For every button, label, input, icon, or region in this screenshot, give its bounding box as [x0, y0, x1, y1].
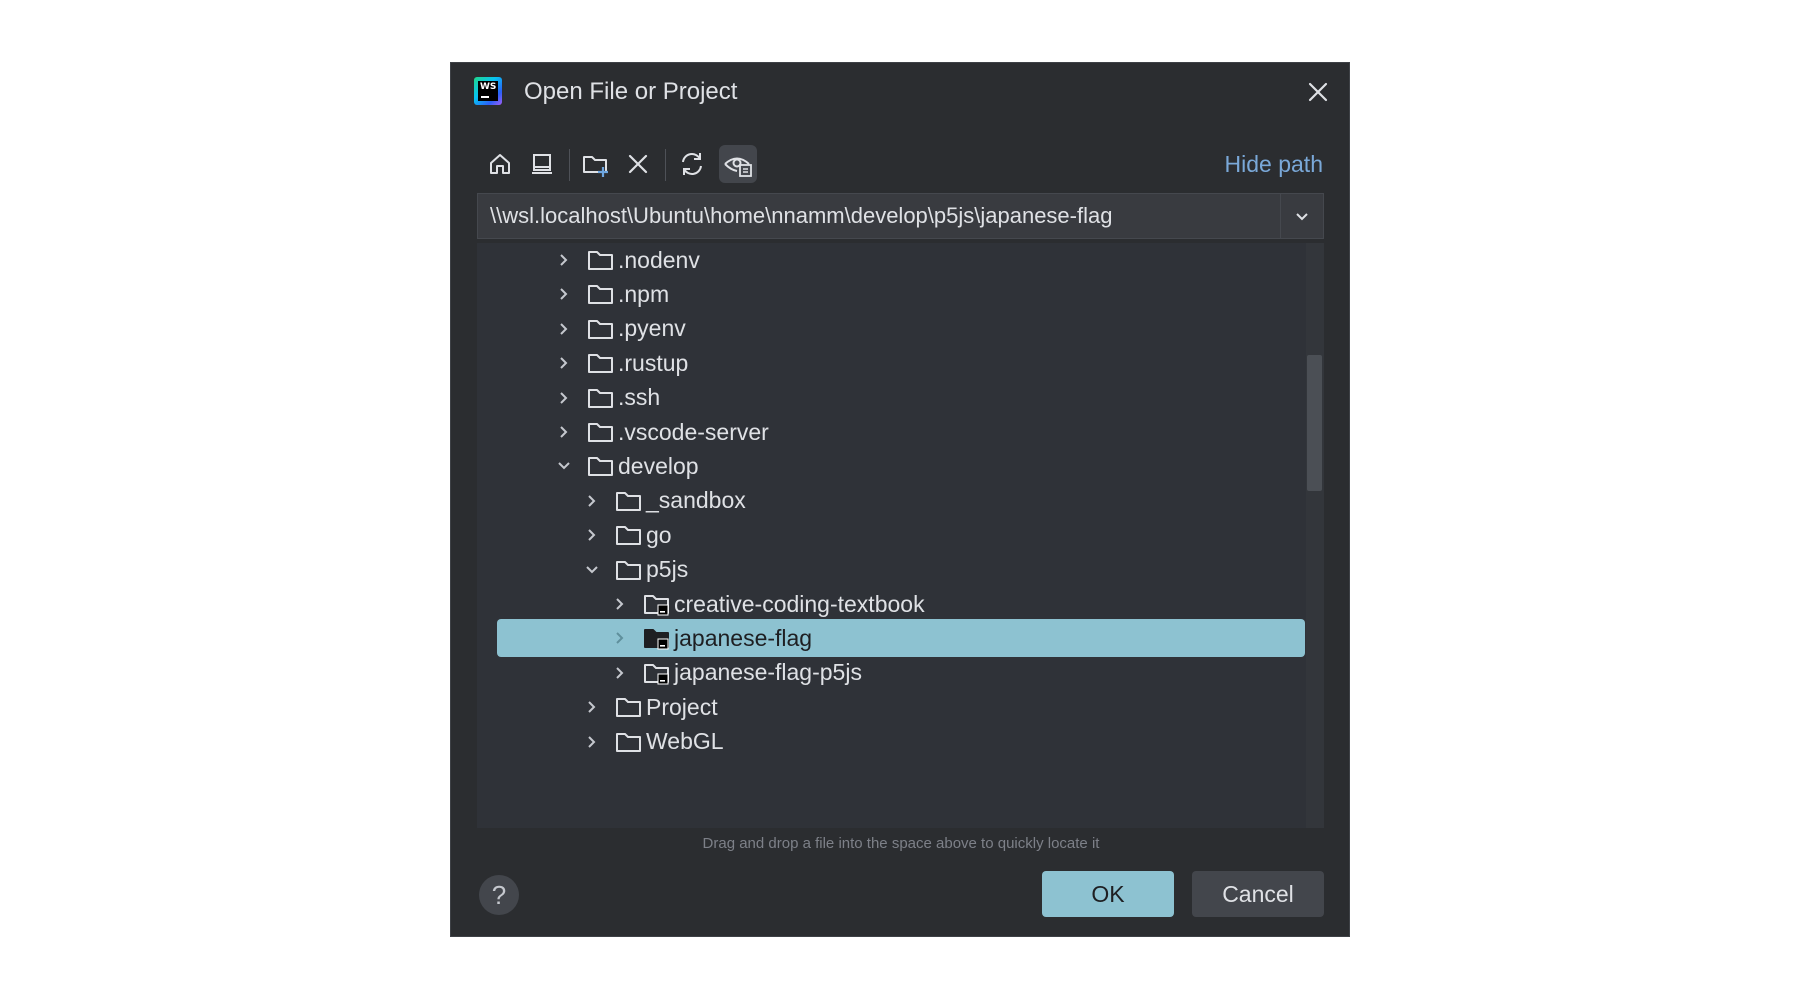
- folder-icon: [615, 558, 643, 582]
- tree-row[interactable]: .npm: [497, 275, 1305, 313]
- folder-icon: [615, 489, 643, 513]
- chevron-right-icon[interactable]: [609, 627, 631, 649]
- tree-row-label: .vscode-server: [618, 418, 769, 445]
- tree-row-label: .npm: [618, 280, 670, 307]
- desktop-button[interactable]: [523, 145, 561, 183]
- hide-path-link[interactable]: Hide path: [1225, 151, 1323, 178]
- dialog-titlebar[interactable]: WS Open File or Project: [451, 63, 1349, 123]
- file-tree[interactable]: WebGL Project japanese-flag-p5js japanese-f…: [477, 243, 1324, 828]
- dialog-title: Open File or Project: [524, 78, 738, 105]
- scrollbar-thumb[interactable]: [1307, 355, 1322, 491]
- folder-icon: [587, 351, 615, 375]
- path-input[interactable]: [478, 194, 1278, 238]
- drag-drop-hint: Drag and drop a file into the space abov…: [702, 835, 1100, 852]
- tree-row-label: japanese-flag-p5js: [674, 659, 862, 686]
- tree-row-label: p5js: [646, 556, 689, 583]
- new-folder-icon: [583, 156, 608, 177]
- show-hidden-icon: [724, 157, 752, 177]
- tree-row[interactable]: Project: [497, 688, 1305, 726]
- folder-icon: [615, 695, 643, 719]
- project-folder-icon: [643, 661, 671, 685]
- folder-icon: [587, 386, 615, 410]
- project-folder-icon: [643, 626, 671, 650]
- tree-row-label: WebGL: [646, 728, 724, 755]
- chevron-right-icon[interactable]: [609, 593, 631, 615]
- ok-button[interactable]: OK: [1042, 871, 1174, 917]
- refresh-icon: [682, 153, 702, 175]
- chevron-right-icon[interactable]: [581, 490, 603, 512]
- desktop-icon: [532, 154, 552, 174]
- show-hidden-button[interactable]: [719, 145, 757, 183]
- chevron-right-icon[interactable]: [553, 318, 575, 340]
- tree-row[interactable]: japanese-flag: [497, 619, 1305, 658]
- chevron-down-icon[interactable]: [581, 559, 603, 581]
- folder-icon: [587, 454, 615, 478]
- tree-row-label: creative-coding-textbook: [674, 590, 925, 617]
- delete-icon: [628, 154, 648, 174]
- tree-row[interactable]: .rustup: [497, 344, 1305, 382]
- chevron-right-icon[interactable]: [553, 249, 575, 271]
- chevron-right-icon[interactable]: [553, 352, 575, 374]
- home-icon: [490, 154, 510, 174]
- tree-row-label: go: [646, 521, 672, 548]
- folder-icon: [587, 248, 615, 272]
- scrollbar-track[interactable]: [1306, 243, 1324, 828]
- folder-icon: [615, 523, 643, 547]
- tree-row[interactable]: p5js: [497, 551, 1305, 589]
- path-combobox: [477, 193, 1324, 239]
- tree-row[interactable]: _sandbox: [497, 482, 1305, 520]
- logo-text: WS: [480, 82, 497, 92]
- folder-icon: [587, 317, 615, 341]
- folder-icon: [615, 730, 643, 754]
- chevron-right-icon[interactable]: [581, 524, 603, 546]
- toolbar: Hide path: [481, 143, 1323, 187]
- folder-icon: [587, 420, 615, 444]
- tree-row-label: .rustup: [618, 349, 689, 376]
- chevron-down-icon[interactable]: [553, 455, 575, 477]
- tree-row[interactable]: .ssh: [497, 379, 1305, 417]
- folder-icon: [587, 282, 615, 306]
- path-history-button[interactable]: [1280, 194, 1323, 238]
- help-button[interactable]: ?: [479, 875, 519, 915]
- chevron-right-icon[interactable]: [553, 283, 575, 305]
- cancel-button[interactable]: Cancel: [1192, 871, 1324, 917]
- tree-row-label: Project: [646, 693, 718, 720]
- tree-row-label: .ssh: [618, 384, 661, 411]
- tree-row-label: japanese-flag: [674, 624, 813, 651]
- tree-row[interactable]: japanese-flag-p5js: [497, 654, 1305, 692]
- home-button[interactable]: [481, 145, 519, 183]
- close-icon: [1308, 82, 1328, 102]
- tree-row[interactable]: go: [497, 516, 1305, 554]
- tree-row[interactable]: creative-coding-textbook: [497, 585, 1305, 623]
- chevron-right-icon[interactable]: [581, 696, 603, 718]
- tree-row-label: develop: [618, 452, 699, 479]
- chevron-right-icon[interactable]: [581, 731, 603, 753]
- tree-row[interactable]: WebGL: [497, 723, 1305, 761]
- webstorm-logo-icon: WS: [474, 77, 502, 105]
- open-file-dialog: WS Open File or Project Hide path \\wsl.…: [450, 62, 1350, 937]
- tree-row-label: _sandbox: [646, 487, 746, 514]
- tree-row[interactable]: .pyenv: [497, 310, 1305, 348]
- chevron-right-icon[interactable]: [553, 421, 575, 443]
- tree-row-label: .nodenv: [618, 246, 700, 273]
- toolbar-separator: [569, 149, 570, 181]
- tree-row[interactable]: .nodenv: [497, 243, 1305, 279]
- toolbar-separator: [665, 149, 666, 181]
- tree-row[interactable]: .vscode-server: [497, 413, 1305, 451]
- delete-button[interactable]: [619, 145, 657, 183]
- project-folder-icon: [643, 592, 671, 616]
- close-button[interactable]: [1305, 79, 1331, 105]
- tree-row-label: .pyenv: [618, 315, 686, 342]
- chevron-right-icon[interactable]: [553, 387, 575, 409]
- refresh-button[interactable]: [673, 145, 711, 183]
- new-folder-button[interactable]: [577, 145, 615, 183]
- chevron-down-icon: [1296, 213, 1308, 221]
- chevron-right-icon[interactable]: [609, 662, 631, 684]
- tree-row[interactable]: develop: [497, 447, 1305, 485]
